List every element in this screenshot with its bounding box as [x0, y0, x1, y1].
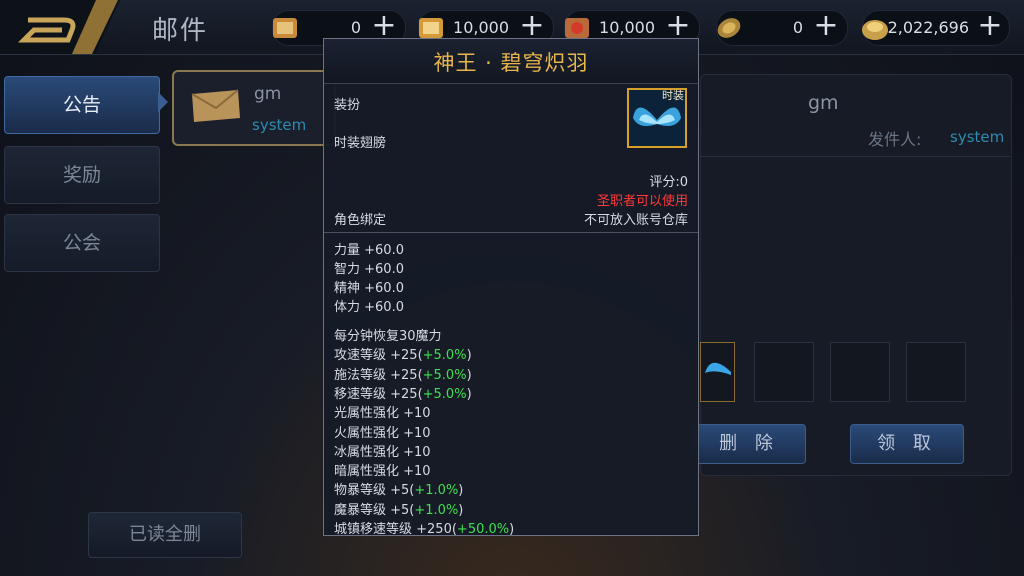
base-stat: 体力 +60.0	[334, 300, 404, 315]
tab-announcement[interactable]: 公告	[4, 76, 160, 134]
attachment-slot[interactable]	[906, 342, 966, 402]
extra-stat: 攻速等级 +25(+5.0%)	[334, 348, 472, 364]
mail-detail-title: gm	[808, 92, 839, 114]
class-restriction: 圣职者可以使用	[596, 194, 688, 209]
extra-stat: 每分钟恢复30魔力	[334, 329, 442, 344]
extra-stat: 魔暴等级 +5(+1.0%)	[334, 502, 464, 518]
currency-value: 2,022,696	[887, 18, 969, 37]
extra-stat: 物暴等级 +5(+1.0%)	[334, 483, 464, 499]
scroll-ticket-icon	[273, 18, 297, 38]
currency-value: 10,000	[599, 18, 655, 37]
add-currency-button[interactable]: +	[975, 11, 1005, 42]
active-tab-pointer	[158, 92, 168, 112]
extra-stat: 光属性强化 +10	[334, 406, 431, 422]
item-category: 装扮	[334, 98, 361, 113]
page-title: 邮件	[152, 16, 209, 46]
stat-bonus: +5.0%	[422, 386, 467, 402]
tab-rewards[interactable]: 奖励	[4, 146, 160, 204]
tab-guild[interactable]: 公会	[4, 214, 160, 272]
attachment-slot[interactable]	[830, 342, 890, 402]
storage-note: 不可放入账号仓库	[583, 213, 688, 228]
delete-read-button[interactable]: 已读全删	[88, 512, 242, 558]
base-stat: 力量 +60.0	[334, 243, 404, 258]
stat-bonus: +1.0%	[414, 483, 459, 499]
divider	[700, 156, 1010, 157]
back-button[interactable]	[0, 0, 140, 54]
back-arrow-icon	[0, 0, 120, 54]
item-tooltip: 神王 · 碧穹炽羽 装扮 时装翅膀 时装 评分:0 圣职者可以使用 角色绑定 不…	[323, 38, 699, 537]
extra-stat: 冰属性强化 +10	[334, 444, 431, 460]
extra-stat: 暗属性强化 +10	[334, 464, 431, 480]
stat-bonus: +1.0%	[414, 502, 459, 518]
binding-type: 角色绑定	[334, 213, 387, 228]
sender-label: 发件人:	[868, 130, 922, 149]
tooltip-divider	[324, 232, 698, 233]
extra-stat: 施法等级 +25(+5.0%)	[334, 367, 472, 383]
mail-from: gm	[254, 84, 282, 104]
extra-stat: 火属性强化 +10	[334, 425, 431, 441]
stat-bonus: +5.0%	[422, 348, 467, 364]
claim-button[interactable]: 领 取	[850, 424, 964, 464]
currency-value: 0	[350, 18, 361, 37]
base-stat: 智力 +60.0	[334, 262, 404, 277]
currency-value: 10,000	[453, 18, 509, 37]
fashion-tag: 时装	[662, 89, 684, 102]
stat-bonus: +5.0%	[422, 367, 467, 383]
delete-button[interactable]: 删 除	[692, 424, 806, 464]
add-currency-button[interactable]: +	[811, 11, 841, 42]
item-name: 神王 · 碧穹炽羽	[433, 51, 589, 75]
sender-name: system	[950, 128, 1005, 146]
item-subcategory: 时装翅膀	[334, 136, 387, 151]
mail-sender: system	[252, 116, 307, 134]
mail-list-item[interactable]: gm system	[172, 70, 336, 146]
extra-stat: 移速等级 +25(+5.0%)	[334, 386, 472, 402]
envelope-icon	[191, 89, 240, 122]
currency-coin: 0 +	[716, 10, 848, 46]
base-stat: 精神 +60.0	[334, 281, 404, 296]
attachment-slot[interactable]	[754, 342, 814, 402]
currency-gold: 2,022,696 +	[862, 10, 1010, 46]
wings-thumbnail-icon	[705, 362, 731, 375]
extra-stat: 城镇移速等级 +250(+50.0%)	[334, 522, 515, 537]
coin-icon	[717, 18, 741, 38]
stat-bonus: +50.0%	[456, 522, 510, 537]
currency-value: 0	[792, 18, 803, 37]
tooltip-header: 神王 · 碧穹炽羽	[324, 39, 698, 84]
attachment-slot[interactable]	[700, 342, 735, 402]
item-score: 评分:0	[649, 175, 688, 190]
